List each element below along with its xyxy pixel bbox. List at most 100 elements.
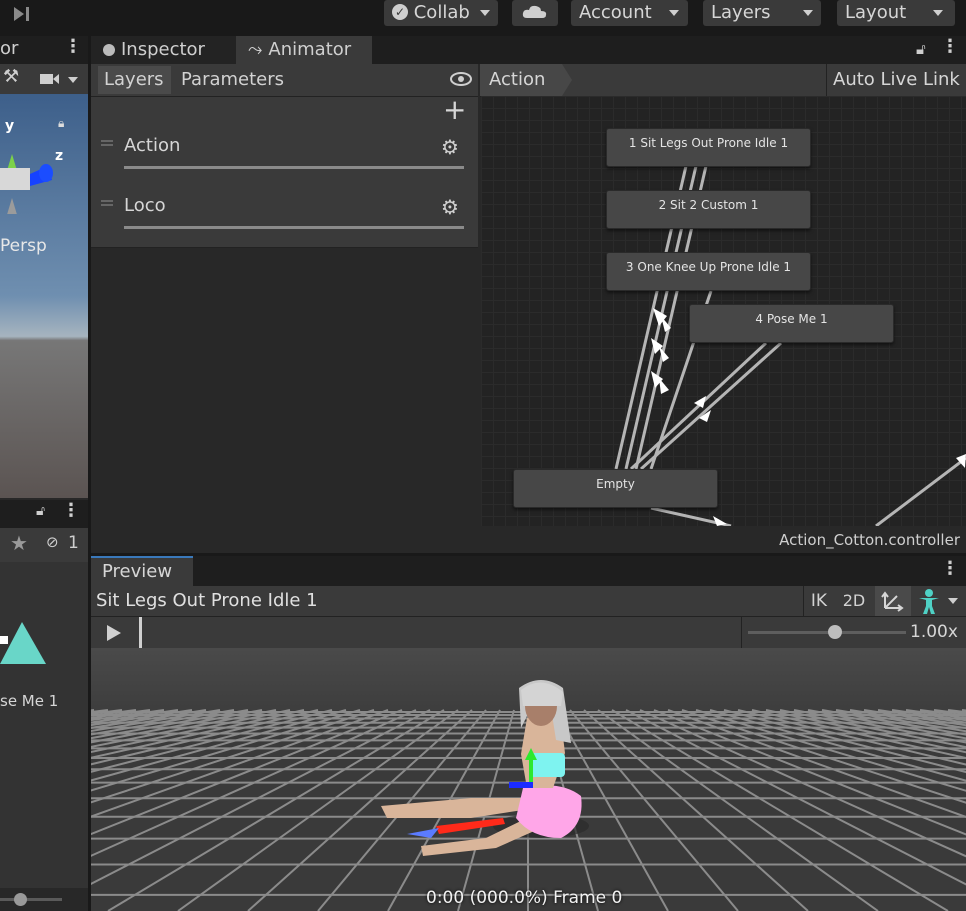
more-icon[interactable]: ⋮ [64,36,82,57]
avatar-dropdown[interactable] [914,586,966,616]
clip-name: Sit Legs Out Prone Idle 1 [96,590,318,611]
scene-tab-bar: or ⋮ [0,36,88,64]
lock-icon[interactable]: 🔒︎ [58,116,64,131]
layer-item-loco[interactable]: Loco ⚙ [91,187,478,248]
scene-viewport[interactable]: y z 🔒︎ Persp [0,94,88,498]
chevron-down-icon [803,10,813,16]
layers-dropdown[interactable]: Layers [703,0,821,26]
controller-filename: Action_Cotton.controller [779,531,960,549]
animator-icon: ⤳ [248,39,263,60]
chevron-down-icon [669,10,679,16]
axis-y-label: y [5,118,15,134]
window-tab-bar: Inspector ⤳ Animator 🔓︎ ⋮ [91,36,966,64]
ik-toggle[interactable]: IK [803,586,834,616]
layer-item-action[interactable]: Action ⚙ [91,127,478,188]
tab-inspector-label: Inspector [121,39,205,60]
account-label: Account [579,2,652,23]
layers-add-row: + [91,93,478,127]
play-icon[interactable] [105,624,123,642]
auto-live-link-button[interactable]: Auto Live Link [826,64,966,96]
star-icon[interactable]: ★ [10,531,28,555]
preview-tab-bar: Preview ⋮ [91,556,966,586]
info-icon [103,44,115,56]
layer-weight-bar [124,166,464,169]
layer-name: Action [124,135,181,156]
persp-label[interactable]: Persp [0,236,47,256]
gear-icon[interactable]: ⚙ [441,195,459,219]
collab-label: Collab [413,2,470,23]
tab-layers[interactable]: Layers [98,66,171,94]
humanoid-icon [919,589,939,614]
cloud-icon [522,5,547,18]
layers-label: Layers [711,2,771,23]
cloud-button[interactable] [512,0,558,26]
more-icon[interactable]: ⋮ [941,558,959,579]
state-node-1[interactable]: 1 Sit Legs Out Prone Idle 1 [606,128,811,167]
2d-toggle[interactable]: 2D [837,586,871,616]
project-tab-bar: 🔓︎ ⋮ [0,500,88,528]
hidden-eye-icon[interactable]: ⊘ [46,533,59,551]
account-dropdown[interactable]: Account [571,0,688,26]
check-circle-icon: ✓ [392,3,408,20]
breadcrumb-arrow [562,64,572,96]
chevron-down-icon [948,598,958,604]
animation-clip-icon[interactable] [0,622,48,670]
layers-toolbar: Layers Parameters [91,64,478,97]
lock-icon[interactable]: 🔓︎ [36,503,45,519]
drag-handle-icon[interactable] [101,140,113,142]
state-machine-graph[interactable]: 1 Sit Legs Out Prone Idle 1 2 Sit 2 Cust… [481,96,966,526]
state-node-3[interactable]: 3 One Knee Up Prone Idle 1 [606,252,811,291]
layout-label: Layout [845,2,907,23]
preview-timecode: 0:00 (000.0%) Frame 0 [426,888,623,908]
layer-name: Loco [124,195,166,216]
project-assets: se Me 1 [0,562,88,892]
camera-icon[interactable] [38,71,62,87]
axis-z-label: z [55,148,64,164]
preview-viewport[interactable]: 0:00 (000.0%) Frame 0 [91,648,966,911]
more-icon[interactable]: ⋮ [941,36,959,57]
timeline-scrubber[interactable] [139,617,142,648]
zoom-slider[interactable] [0,888,88,911]
pivot-toggle[interactable] [875,586,911,616]
state-node-4[interactable]: 4 Pose Me 1 [689,304,894,343]
graph-footer: Action_Cotton.controller [480,526,966,553]
lock-icon[interactable]: 🔓︎ [916,40,926,58]
pivot-icon [881,591,904,612]
add-layer-button[interactable]: + [443,93,466,126]
layout-dropdown[interactable]: Layout [837,0,955,26]
main-toolbar: ✓ Collab Account Layers Layout [0,0,966,30]
state-node-empty[interactable]: Empty [513,469,718,508]
tab-animator[interactable]: ⤳ Animator [236,36,372,64]
speed-value: 1.00x [910,622,958,642]
left-panel: or ⋮ ⚒ y z 🔒︎ Persp 🔓︎ ⋮ ★ ⊘ 1 se Me 1 [0,36,88,911]
preview-header: Sit Legs Out Prone Idle 1 IK 2D [91,586,966,617]
collab-button[interactable]: ✓ Collab [384,0,498,26]
speed-slider-knob[interactable] [827,625,842,639]
preview-scene [91,648,966,911]
more-icon[interactable]: ⋮ [62,500,80,521]
tab-parameters[interactable]: Parameters [173,66,284,94]
eye-icon[interactable] [449,72,473,86]
layer-weight-bar [124,226,464,229]
scene-tab-label[interactable]: or [0,38,18,59]
layers-list: Action ⚙ Loco ⚙ [91,127,478,553]
graph-toolbar: Action Auto Live Link [480,64,966,97]
hidden-count: 1 [68,533,79,553]
tab-animator-label: Animator [268,39,352,60]
tab-preview[interactable]: Preview [91,556,193,586]
asset-label[interactable]: se Me 1 [0,692,58,710]
step-icon[interactable] [10,5,34,23]
breadcrumb[interactable]: Action [480,64,562,96]
speed-slider[interactable]: 1.00x [741,617,966,648]
tools-icon[interactable]: ⚒ [3,66,19,87]
drag-handle-icon[interactable] [101,200,113,202]
preview-timeline-bar: 1.00x [91,617,966,648]
state-node-2[interactable]: 2 Sit 2 Custom 1 [606,190,811,229]
gear-icon[interactable]: ⚙ [441,135,459,159]
scene-toolbar: ⚒ [0,64,88,94]
chevron-down-icon[interactable] [68,77,78,83]
project-toolbar: ★ ⊘ 1 [0,528,88,562]
chevron-down-icon [480,10,490,16]
chevron-down-icon [933,10,943,16]
tab-inspector[interactable]: Inspector [91,36,236,64]
